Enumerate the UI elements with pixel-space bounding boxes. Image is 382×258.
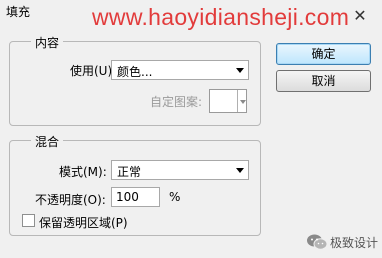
ok-button[interactable]: 确定: [276, 43, 371, 65]
watermark-text: www.haoyidiansheji.com: [92, 4, 350, 30]
preserve-transparency-checkbox[interactable]: [22, 214, 35, 227]
preserve-transparency-label[interactable]: 保留透明区域(P): [39, 214, 128, 231]
mode-select[interactable]: 正常: [111, 160, 249, 180]
chevron-down-icon: [240, 100, 246, 104]
custom-pattern-picker[interactable]: [209, 89, 247, 113]
opacity-input[interactable]: 100: [111, 187, 160, 207]
wechat-icon: [307, 234, 328, 250]
title-bar: 填充 www.haoyidiansheji.com ✕: [0, 0, 382, 30]
close-icon[interactable]: ✕: [346, 6, 374, 26]
opacity-label: 不透明度(O):: [35, 193, 106, 207]
opacity-unit: %: [169, 190, 181, 204]
pattern-picker-divider: [237, 90, 238, 112]
content-group-title: 内容: [31, 34, 64, 51]
mode-select-value: 正常: [117, 165, 142, 179]
window-title: 填充: [6, 5, 31, 19]
brand-name: 极致设计: [330, 236, 379, 250]
use-select[interactable]: 颜色...: [111, 60, 249, 80]
use-select-value: 颜色...: [117, 65, 153, 79]
custom-pattern-label: 自定图案:: [150, 95, 203, 109]
content-group: [9, 41, 261, 126]
cancel-button[interactable]: 取消: [276, 70, 371, 92]
chevron-down-icon: [236, 68, 244, 73]
chevron-down-icon: [236, 168, 244, 173]
mode-label: 模式(M):: [59, 165, 107, 179]
blending-group-title: 混合: [31, 133, 64, 150]
use-label: 使用(U):: [70, 64, 117, 78]
